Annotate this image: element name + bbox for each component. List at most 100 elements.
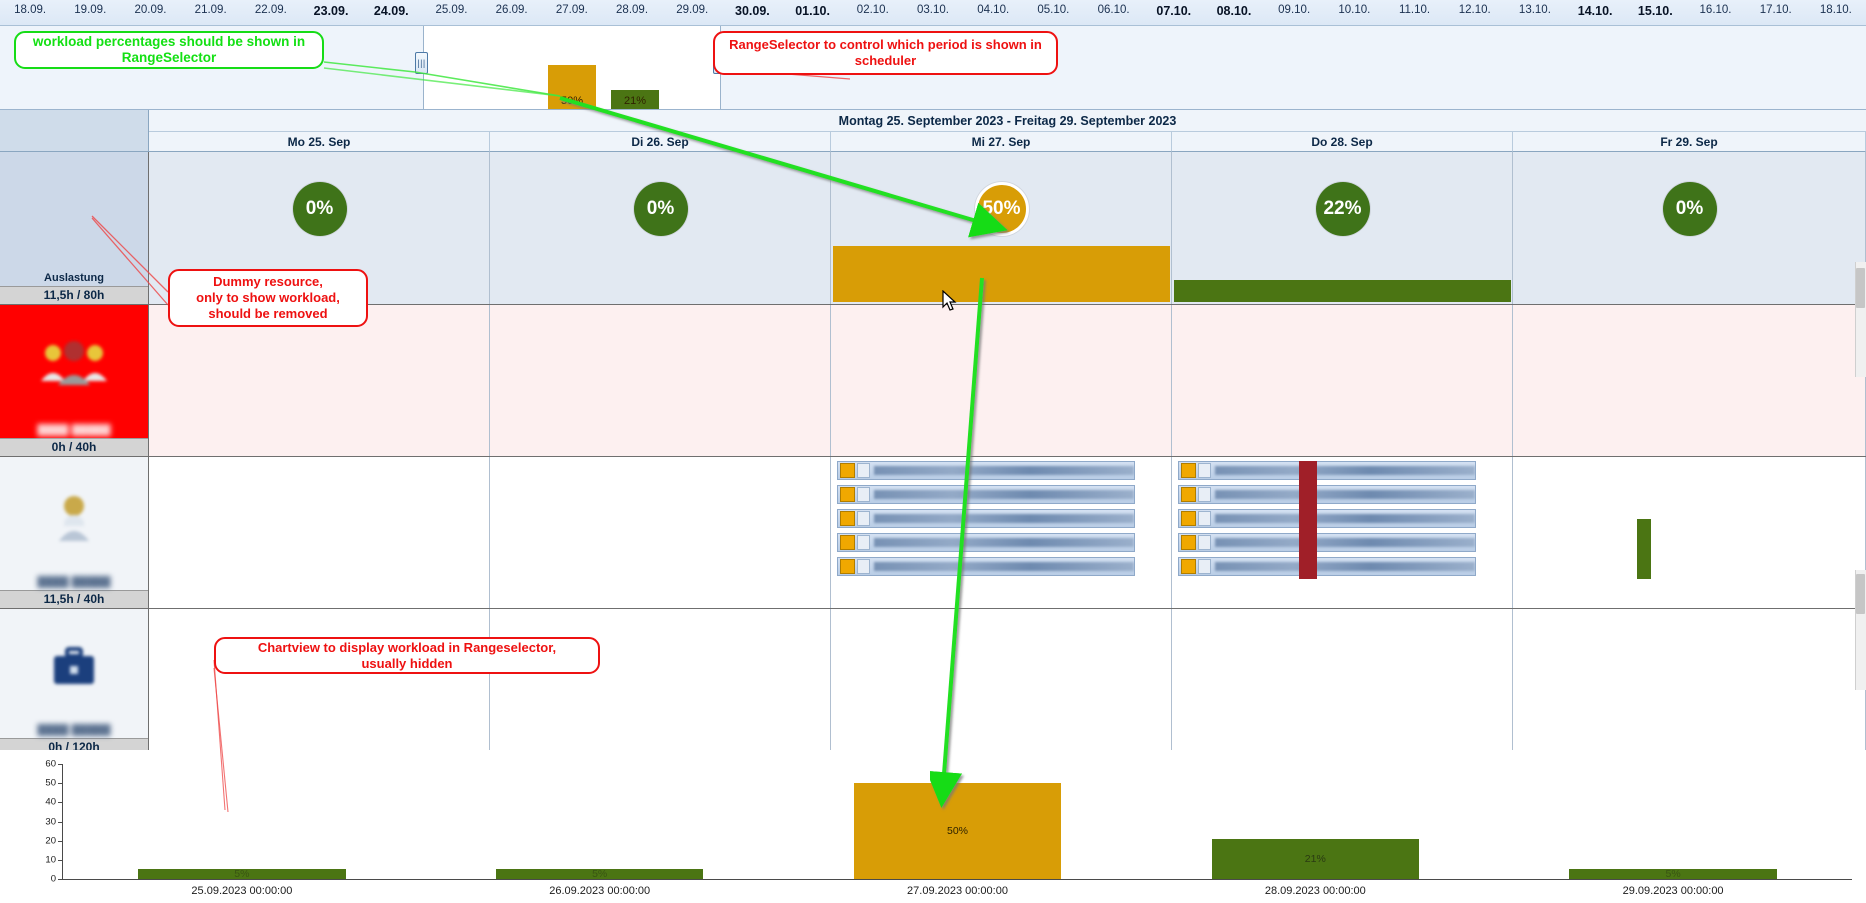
range-tick-0410: 04.10.: [977, 4, 1009, 16]
task-bar-mi-2[interactable]: [837, 509, 1135, 528]
green-capacity-marker: [1637, 519, 1651, 579]
scheduler-cell-r1-d0[interactable]: [149, 305, 490, 456]
chartview-workload: 0102030405060 5%5%50%21%5% 25.09.2023 00…: [0, 750, 1866, 903]
scrollbar-tasks[interactable]: [1855, 570, 1866, 690]
red-overload-marker: [1299, 461, 1317, 579]
scheduler-cell-r2-d0[interactable]: [149, 457, 490, 608]
range-handle-left[interactable]: |||: [415, 52, 428, 74]
workload-badge-day-2: 50%: [975, 182, 1029, 236]
range-tick-1210: 12.10.: [1459, 4, 1491, 16]
chart-bar-4: 5%: [1569, 869, 1777, 879]
range-tick-0610: 06.10.: [1098, 4, 1130, 16]
chart-y-tick-20: 20: [45, 835, 56, 846]
scheduler-cell-r3-d2[interactable]: [831, 609, 1172, 756]
range-selector-timeline-axis: 18.09.19.09.20.09.21.09.22.09.23.09.24.0…: [0, 0, 1866, 26]
task-bar-do-3[interactable]: [1178, 533, 1476, 552]
chart-x-label-0: 25.09.2023 00:00:00: [191, 885, 292, 897]
scheduler-cell-r1-d2[interactable]: [831, 305, 1172, 456]
range-tick-2509: 25.09.: [435, 4, 467, 16]
task-type-icon: [1198, 559, 1211, 574]
range-tick-0710: 07.10.: [1156, 4, 1191, 18]
task-bar-do-2[interactable]: [1178, 509, 1476, 528]
task-bar-mi-0[interactable]: [837, 461, 1135, 480]
resource-cell-3[interactable]: ████ █████0h / 120h: [0, 609, 149, 757]
chart-y-tickmark-0: [58, 879, 62, 880]
task-status-icon: [1181, 463, 1196, 478]
day-header-4[interactable]: Fr 29. Sep: [1513, 132, 1866, 152]
scheduler-cell-r3-d0[interactable]: [149, 609, 490, 756]
range-workload-bar-label: 21%: [624, 95, 646, 107]
range-workload-bar-label: 50%: [561, 95, 583, 107]
task-label: [874, 538, 1134, 547]
scheduler-cell-r1-d3[interactable]: [1172, 305, 1513, 456]
task-type-icon: [1198, 463, 1211, 478]
task-type-icon: [1198, 511, 1211, 526]
scheduler-cell-r2-d1[interactable]: [490, 457, 831, 608]
chart-y-tickmark-60: [58, 764, 62, 765]
resource-name-0: Auslastung: [0, 272, 148, 284]
workload-bar-day-3: [1174, 280, 1511, 302]
scheduler-row-1[interactable]: [149, 305, 1866, 457]
scheduler-cell-r1-d1[interactable]: [490, 305, 831, 456]
task-label: [874, 490, 1134, 499]
range-tick-0510: 05.10.: [1037, 4, 1069, 16]
annotation-rangeselector-workload: workload percentages should be shown in …: [14, 31, 324, 69]
task-status-icon: [840, 511, 855, 526]
range-tick-1909: 19.09.: [74, 4, 106, 16]
chart-y-tickmark-10: [58, 860, 62, 861]
range-tick-1410: 14.10.: [1578, 4, 1613, 18]
range-tick-1110: 11.10.: [1399, 4, 1430, 16]
chart-y-tickmark-20: [58, 841, 62, 842]
chart-y-tickmark-50: [58, 783, 62, 784]
task-bar-do-1[interactable]: [1178, 485, 1476, 504]
chart-x-axis: [62, 879, 1852, 880]
annotation-dummy-resource: Dummy resource, only to show workload, s…: [168, 269, 368, 327]
chart-y-axis: [62, 764, 63, 879]
task-bar-mi-3[interactable]: [837, 533, 1135, 552]
task-status-icon: [1181, 511, 1196, 526]
range-tick-1510: 15.10.: [1638, 4, 1673, 18]
range-tick-1810: 18.10.: [1820, 4, 1852, 16]
task-bar-mi-1[interactable]: [837, 485, 1135, 504]
scrollbar-summary-thumb[interactable]: [1856, 268, 1865, 308]
range-tick-2209: 22.09.: [255, 4, 287, 16]
range-tick-1010: 10.10.: [1338, 4, 1370, 16]
range-tick-2709: 27.09.: [556, 4, 588, 16]
scheduler-cell-r2-d4[interactable]: [1513, 457, 1866, 608]
scheduler-cell-r3-d3[interactable]: [1172, 609, 1513, 756]
chart-x-label-1: 26.09.2023 00:00:00: [549, 885, 650, 897]
scheduler-row-0[interactable]: 0%0%50%22%0%: [149, 152, 1866, 305]
day-header-0[interactable]: Mo 25. Sep: [149, 132, 490, 152]
scheduler-cell-r3-d4[interactable]: [1513, 609, 1866, 756]
chart-bar-label-2: 50%: [947, 825, 968, 837]
scheduler-cell-r3-d1[interactable]: [490, 609, 831, 756]
task-bar-do-0[interactable]: [1178, 461, 1476, 480]
chart-bar-0: 5%: [138, 869, 346, 879]
scheduler-row-3[interactable]: [149, 609, 1866, 757]
chart-y-tick-10: 10: [45, 854, 56, 865]
day-header-3[interactable]: Do 28. Sep: [1172, 132, 1513, 152]
scrollbar-summary[interactable]: [1855, 262, 1866, 377]
scrollbar-tasks-thumb[interactable]: [1856, 574, 1865, 614]
scheduler-row-2[interactable]: [149, 457, 1866, 609]
day-header-1[interactable]: Di 26. Sep: [490, 132, 831, 152]
task-status-icon: [840, 535, 855, 550]
task-bar-do-4[interactable]: [1178, 557, 1476, 576]
range-tick-2109: 21.09.: [195, 4, 227, 16]
task-bar-mi-4[interactable]: [837, 557, 1135, 576]
range-tick-1710: 17.10.: [1760, 4, 1792, 16]
resource-cell-2[interactable]: ████ █████11,5h / 40h: [0, 457, 149, 609]
chart-x-label-3: 28.09.2023 00:00:00: [1265, 885, 1366, 897]
person-icon: [51, 457, 97, 576]
task-type-icon: [1198, 487, 1211, 502]
scheduler-cell-r1-d4[interactable]: [1513, 305, 1866, 456]
range-tick-1610: 16.10.: [1700, 4, 1732, 16]
task-type-icon: [1198, 535, 1211, 550]
scheduler-application: 18.09.19.09.20.09.21.09.22.09.23.09.24.0…: [0, 0, 1866, 903]
day-header-2[interactable]: Mi 27. Sep: [831, 132, 1172, 152]
resource-cell-0[interactable]: Auslastung11,5h / 80h: [0, 152, 149, 305]
briefcase-icon: [50, 609, 98, 724]
resource-cell-1[interactable]: ████ █████0h / 40h: [0, 305, 149, 457]
task-label: [1215, 490, 1475, 499]
range-tick-0910: 09.10.: [1278, 4, 1310, 16]
